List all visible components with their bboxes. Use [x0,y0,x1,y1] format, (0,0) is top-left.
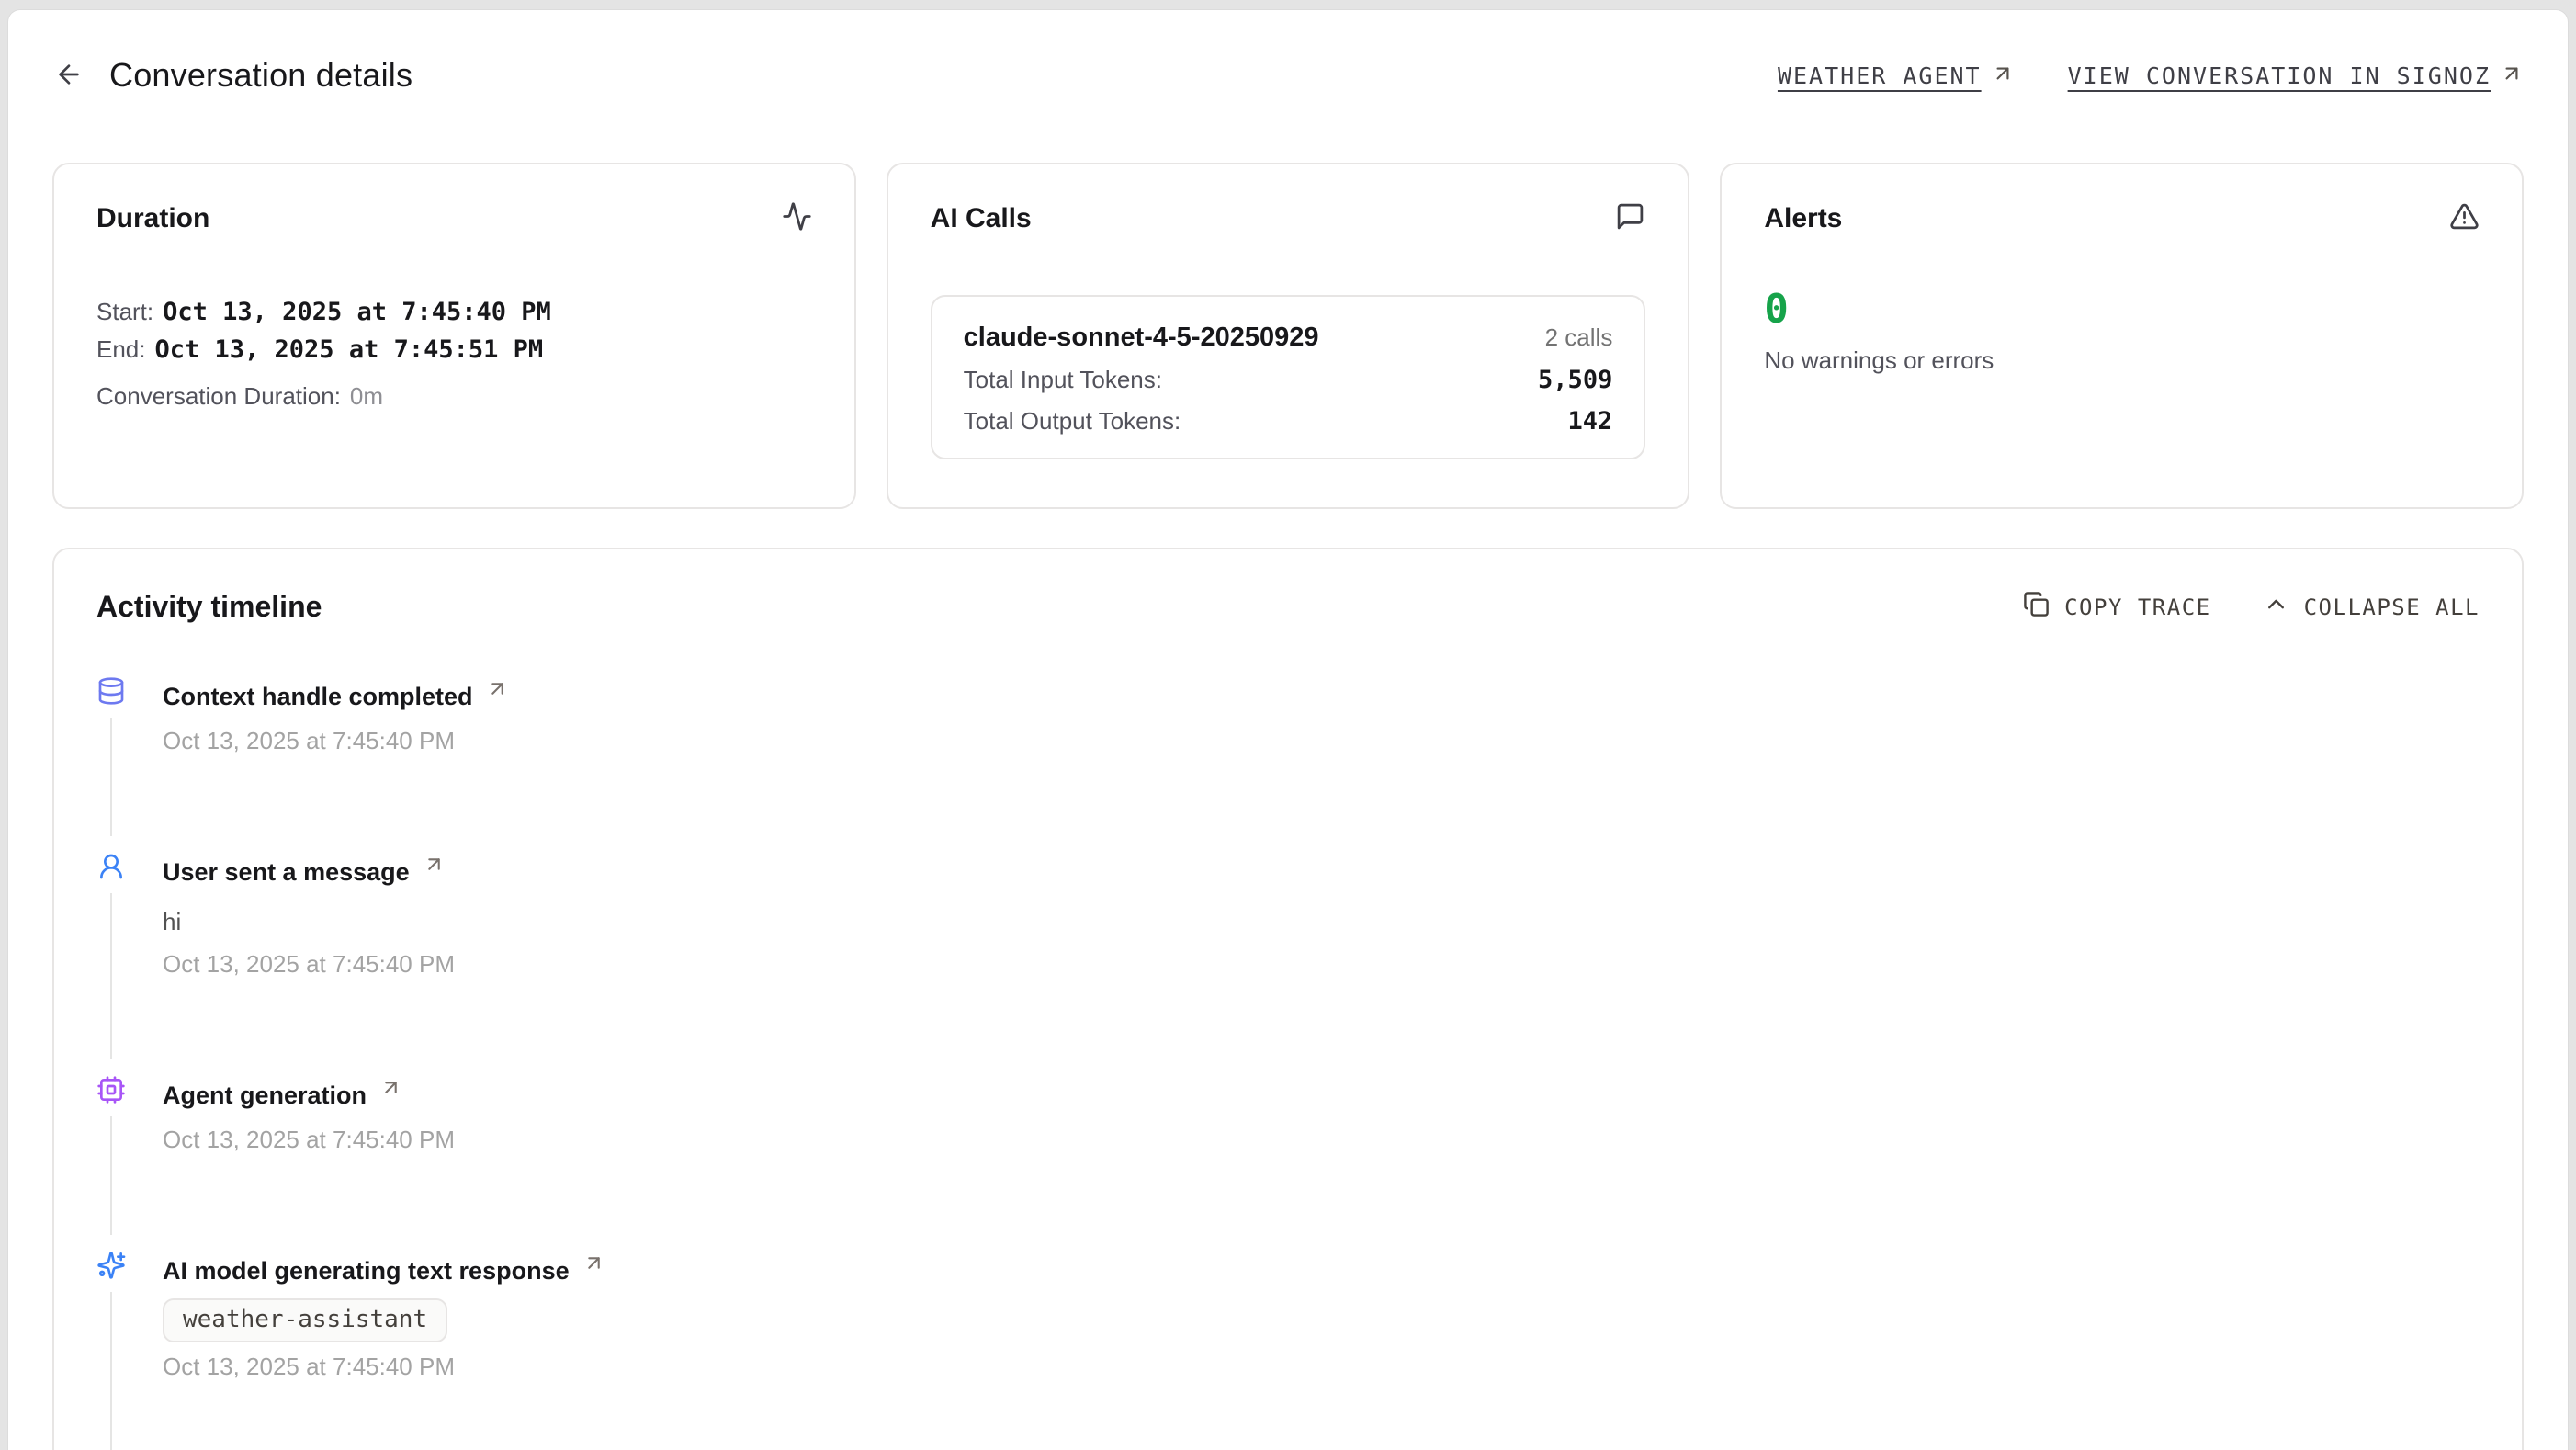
collapse-all-button[interactable]: COLLAPSE ALL [2263,591,2480,623]
end-value: Oct 13, 2025 at 7:45:51 PM [155,335,544,364]
back-button[interactable] [52,59,85,92]
view-conversation-in-signoz-link[interactable]: VIEW CONVERSATION IN SIGNOZ [2068,62,2524,90]
alerts-message: No warnings or errors [1764,346,2480,375]
output-tokens-row: Total Output Tokens: 142 [964,407,1613,436]
arrow-up-right-icon [486,677,509,715]
alerts-card-title: Alerts [1764,203,1842,234]
arrow-up-right-icon [423,853,446,890]
timeline-connector [110,1292,112,1450]
conversation-duration-value: 0m [350,382,383,410]
timeline-item-link[interactable]: Context handle completed [163,677,2480,715]
summary-cards: Duration Start: Oct 13, 2025 at 7:45:40 P… [52,163,2524,509]
input-tokens-value: 5,509 [1538,366,1612,394]
ai-calls-card: AI Calls claude-sonnet-4-5-20250929 2 ca… [887,163,1690,509]
timeline-connector [110,1116,112,1235]
start-row: Start: Oct 13, 2025 at 7:45:40 PM [96,293,812,331]
duration-card-title: Duration [96,203,209,234]
timeline-actions: COPY TRACE COLLAPSE ALL [2023,591,2480,623]
activity-timeline-panel: Activity timeline COPY TRACE COLLAPSE AL… [52,548,2524,1450]
ai-calls-card-title: AI Calls [931,203,1032,234]
cpu-icon [96,1075,126,1104]
arrow-up-right-icon [582,1252,605,1289]
message-square-icon [1615,201,1645,236]
alerts-card-header: Alerts [1764,201,2480,236]
alerts-count: 0 [1764,286,2480,334]
timeline-item-link[interactable]: AI model generating text response [163,1252,2480,1289]
timeline-item-badge-row: weather-assistant [163,1289,2480,1342]
duration-card: Duration Start: Oct 13, 2025 at 7:45:40 P… [52,163,856,509]
arrow-up-right-icon [379,1076,402,1114]
user-icon [96,852,126,881]
timeline-item-user-message: User sent a message hi Oct 13, 2025 at 7… [96,853,2480,980]
weather-agent-link[interactable]: WEATHER AGENT [1778,62,2015,90]
arrow-left-icon [54,60,84,92]
input-tokens-row: Total Input Tokens: 5,509 [964,366,1613,394]
timeline-item-timestamp: Oct 13, 2025 at 7:45:40 PM [163,1350,2480,1383]
arrow-up-right-icon [2500,62,2524,90]
duration-rows: Start: Oct 13, 2025 at 7:45:40 PM End: Oct… [96,293,812,414]
conversation-duration-row: Conversation Duration: 0m [96,378,812,414]
copy-icon [2023,591,2050,623]
chevron-up-icon [2263,591,2289,623]
timeline-item-ai-text-response: AI model generating text response weathe… [96,1252,2480,1383]
timeline-connector [110,893,112,1059]
warning-triangle-icon [2449,201,2480,236]
timeline-item-timestamp: Oct 13, 2025 at 7:45:40 PM [163,1123,2480,1156]
page-header: Conversation details WEATHER AGENT VIEW … [52,52,2524,98]
timeline-connector [110,718,112,836]
output-tokens-value: 142 [1568,407,1613,436]
start-label: Start: [96,298,153,325]
timeline-item-timestamp: Oct 13, 2025 at 7:45:40 PM [163,724,2480,757]
activity-icon [782,201,812,236]
header-links: WEATHER AGENT VIEW CONVERSATION IN SIGNO… [1778,62,2524,90]
timeline-header: Activity timeline COPY TRACE COLLAPSE AL… [96,590,2480,624]
duration-card-header: Duration [96,201,812,236]
model-row: claude-sonnet-4-5-20250929 2 calls [964,323,1613,353]
timeline-title: Activity timeline [96,590,322,624]
output-tokens-label: Total Output Tokens: [964,407,1181,436]
timeline-item-content: hi [163,905,2480,938]
ai-calls-card-header: AI Calls [931,201,1646,236]
input-tokens-label: Total Input Tokens: [964,366,1162,394]
content-sheet: Conversation details WEATHER AGENT VIEW … [7,9,2569,1450]
conversation-duration-label: Conversation Duration: [96,382,341,410]
copy-trace-button[interactable]: COPY TRACE [2023,591,2211,623]
page-title: Conversation details [109,56,412,95]
end-label: End: [96,335,146,363]
alerts-card: Alerts 0 No warnings or errors [1720,163,2524,509]
arrow-up-right-icon [1991,62,2015,90]
conversation-details-page: Conversation details WEATHER AGENT VIEW … [0,0,2576,1450]
header-left: Conversation details [52,56,412,95]
timeline-items: Context handle completed Oct 13, 2025 at… [96,677,2480,1383]
start-value: Oct 13, 2025 at 7:45:40 PM [163,298,551,326]
agent-name-badge: weather-assistant [163,1298,447,1342]
timeline-item-agent-generation: Agent generation Oct 13, 2025 at 7:45:40… [96,1076,2480,1156]
timeline-item-timestamp: Oct 13, 2025 at 7:45:40 PM [163,947,2480,980]
timeline-item-link[interactable]: Agent generation [163,1076,2480,1114]
timeline-item-link[interactable]: User sent a message [163,853,2480,890]
model-calls-count: 2 calls [1545,323,1613,352]
timeline-item-context-handle: Context handle completed Oct 13, 2025 at… [96,677,2480,757]
model-usage-box: claude-sonnet-4-5-20250929 2 calls Total… [931,295,1646,459]
model-name: claude-sonnet-4-5-20250929 [964,323,1319,353]
sparkles-icon [96,1251,126,1280]
end-row: End: Oct 13, 2025 at 7:45:51 PM [96,331,812,368]
database-icon [96,676,126,706]
